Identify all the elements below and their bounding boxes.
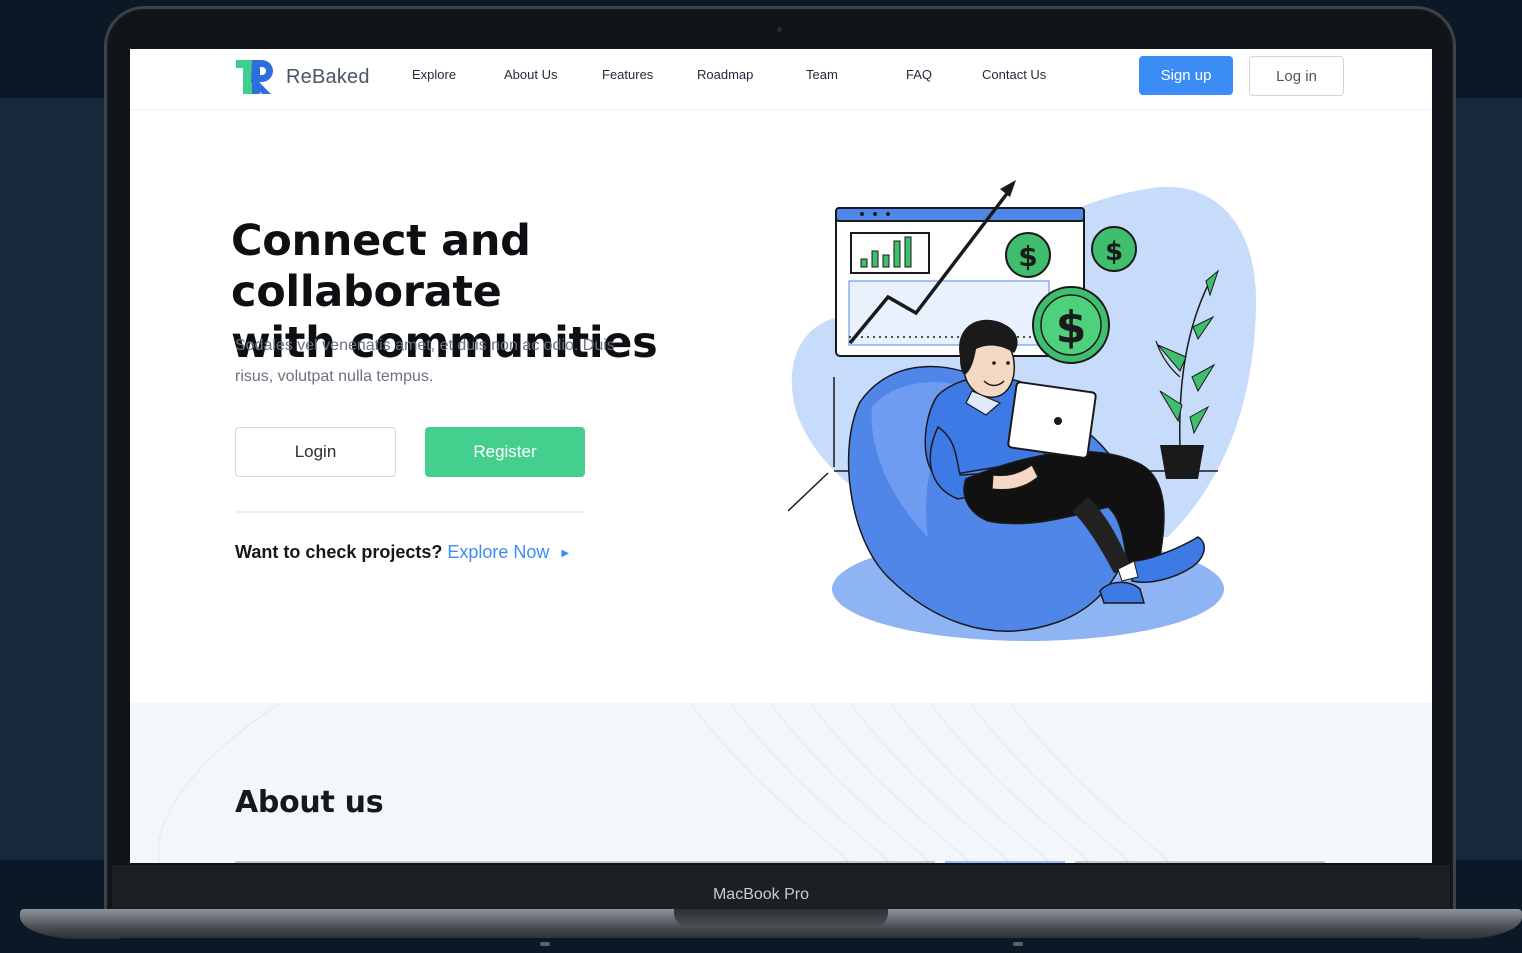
laptop-foot [540, 942, 550, 946]
svg-text:$: $ [1056, 302, 1087, 353]
laptop-notch [674, 909, 888, 927]
decorative-curves [158, 703, 1171, 863]
nav-link-features[interactable]: Features [602, 67, 653, 82]
hero-login-button[interactable]: Login [235, 427, 396, 477]
webcam [777, 27, 782, 32]
about-title: About us [235, 785, 384, 820]
register-button[interactable]: Register [425, 427, 585, 477]
laptop-shadow [120, 938, 1420, 953]
logo-text: ReBaked [286, 65, 370, 88]
svg-text:$: $ [1018, 240, 1037, 273]
laptop-foot [1013, 942, 1023, 946]
about-text-peek [235, 861, 1325, 863]
logo[interactable]: ReBaked [234, 55, 370, 99]
hero-illustration: $ $ $ [788, 180, 1257, 641]
explore-question: Want to check projects? [235, 542, 443, 562]
about-section: About us [130, 703, 1432, 863]
hero-title-line1: Connect and collaborate [231, 216, 531, 317]
caret-right-icon: ▶ [561, 548, 570, 559]
nav-link-roadmap[interactable]: Roadmap [697, 67, 753, 82]
nav-link-about-us[interactable]: About Us [504, 67, 557, 82]
explore-prompt: Want to check projects? Explore Now ▶ [235, 542, 569, 563]
nav-link-contact-us[interactable]: Contact Us [982, 67, 1046, 82]
signup-button[interactable]: Sign up [1139, 56, 1233, 95]
rebaked-r-logo-icon [236, 60, 273, 94]
hero-subtitle: Sodales vel venenatis amet, et duis non … [235, 330, 675, 392]
laptop-screen: ReBaked Explore About Us Features Roadma… [130, 49, 1432, 863]
hero-subtitle-line1: Sodales vel venenatis amet, et duis non … [235, 337, 615, 354]
device-label: MacBook Pro [712, 886, 810, 903]
login-button[interactable]: Log in [1249, 56, 1344, 96]
svg-text:$: $ [1105, 237, 1123, 267]
top-navbar: ReBaked Explore About Us Features Roadma… [130, 49, 1432, 110]
explore-now-link[interactable]: Explore Now [447, 542, 549, 562]
nav-link-explore[interactable]: Explore [412, 67, 456, 82]
nav-link-team[interactable]: Team [806, 67, 838, 82]
hero-divider [235, 511, 584, 513]
nav-link-faq[interactable]: FAQ [906, 67, 932, 82]
hero-subtitle-line2: risus, volutpat nulla tempus. [235, 368, 434, 385]
